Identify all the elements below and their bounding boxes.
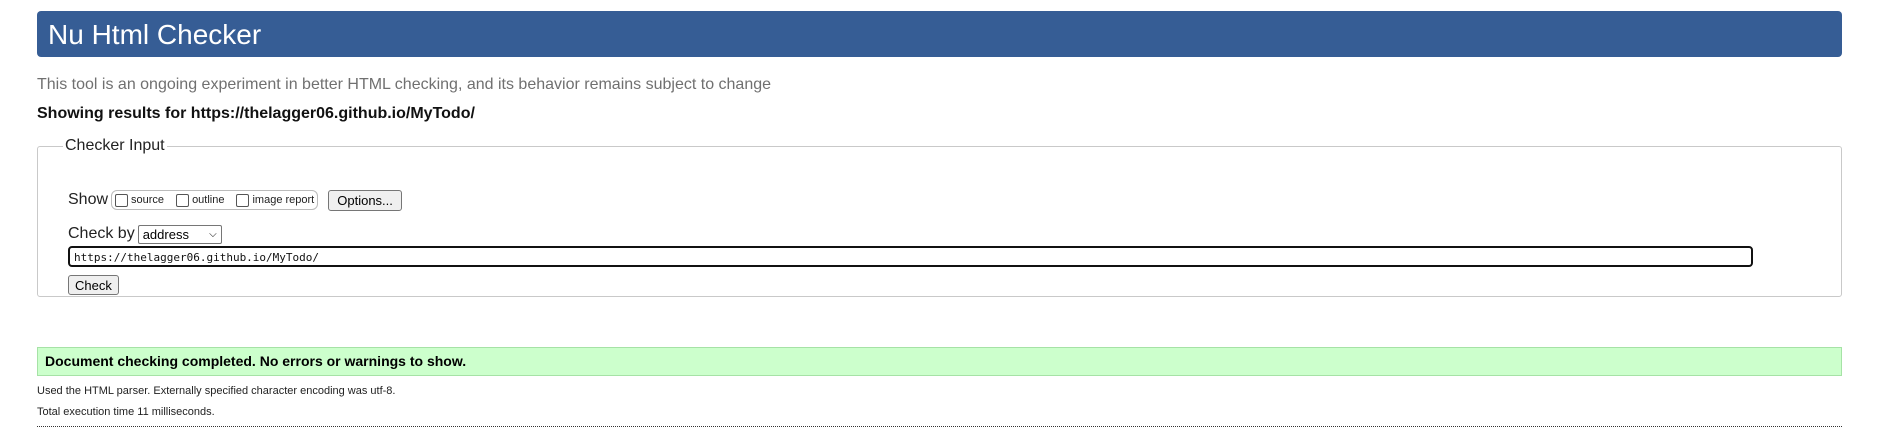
check-by-select[interactable]: address ⌵ [137,224,222,244]
source-option-label: source [131,194,165,206]
check-by-row: Check by address ⌵ [68,223,222,245]
image-report-option-label: image report [252,194,315,206]
page-title: Nu Html Checker [48,19,262,50]
url-input[interactable]: https://thelagger06.github.io/MyTodo/ [68,246,1753,267]
execution-time-note: Total execution time 11 milliseconds. [37,406,215,418]
show-label: Show [68,191,109,208]
source-option[interactable]: source [115,193,165,207]
checker-input-legend: Checker Input [65,137,165,154]
tagline: This tool is an ongoing experiment in be… [37,76,772,93]
check-by-label: Check by [68,225,135,242]
image-report-option[interactable]: image report [236,193,315,207]
divider [37,426,1842,427]
outline-option[interactable]: outline [176,193,225,207]
options-button[interactable]: Options... [328,189,402,211]
showing-results-heading: Showing results for https://thelagger06.… [37,105,475,122]
checker-input-fieldset: Checker Input Show source outline image … [37,137,1842,297]
source-checkbox[interactable] [115,193,129,207]
page-header: Nu Html Checker [37,11,1842,57]
chevron-down-icon: ⌵ [209,228,217,240]
image-report-checkbox[interactable] [236,193,250,207]
show-options-group: source outline image report [111,190,319,210]
check-by-selected-value: address [142,226,189,242]
outline-checkbox[interactable] [176,193,190,207]
parser-note: Used the HTML parser. Externally specifi… [37,385,396,397]
success-message: Document checking completed. No errors o… [37,347,1842,376]
outline-option-label: outline [192,194,225,206]
check-button[interactable]: Check [68,275,119,295]
show-options-row: Show source outline image report Options… [68,189,402,211]
